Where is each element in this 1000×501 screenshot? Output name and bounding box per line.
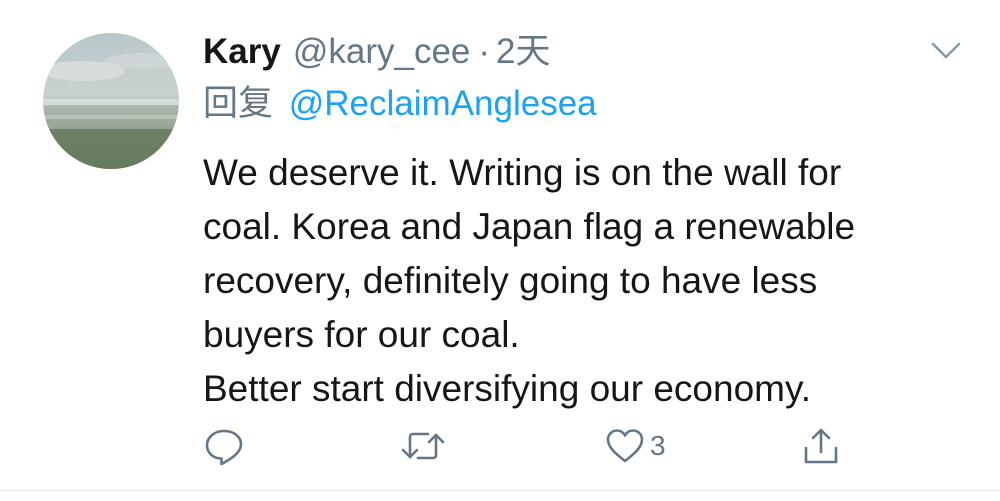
tweet-actions: 3 — [0, 418, 1000, 474]
retweet-icon — [401, 432, 445, 460]
share-button[interactable] — [800, 418, 842, 474]
tweet-text-line: We deserve it. Writing is on the wall fo… — [203, 152, 842, 193]
heart-icon — [606, 429, 644, 463]
chevron-down-icon — [931, 42, 961, 59]
reply-button[interactable] — [203, 418, 245, 474]
like-count: 3 — [650, 430, 666, 461]
tweet-text-line: buyers for our coal. — [203, 314, 520, 355]
tweet-text-line: recovery, definitely going to have less — [203, 260, 818, 301]
author-name[interactable]: Kary — [203, 30, 281, 74]
tweet-header: Kary @kary_cee · 2天 — [203, 30, 551, 74]
tweet[interactable]: Kary @kary_cee · 2天 回复 @ReclaimAnglesea … — [0, 0, 1000, 501]
reply-context: 回复 @ReclaimAnglesea — [203, 82, 597, 126]
tweet-text-line: coal. Korea and Japan flag a renewable — [203, 206, 856, 247]
tweet-text-line: Better start diversifying our economy. — [203, 368, 812, 409]
more-options-button[interactable] — [929, 36, 963, 64]
tweet-text: We deserve it. Writing is on the wall fo… — [203, 146, 963, 416]
share-icon — [804, 428, 838, 464]
avatar-image — [43, 33, 179, 169]
avatar[interactable] — [43, 33, 179, 169]
timestamp[interactable]: 2天 — [496, 30, 550, 74]
reply-label: 回复 — [203, 84, 274, 123]
reply-target-link[interactable]: @ReclaimAnglesea — [289, 84, 597, 123]
separator-dot: · — [478, 32, 491, 71]
retweet-button[interactable] — [400, 418, 446, 474]
author-handle[interactable]: @kary_cee — [293, 30, 471, 74]
reply-icon — [205, 429, 243, 466]
divider — [0, 490, 1000, 491]
like-button[interactable]: 3 — [604, 418, 666, 474]
